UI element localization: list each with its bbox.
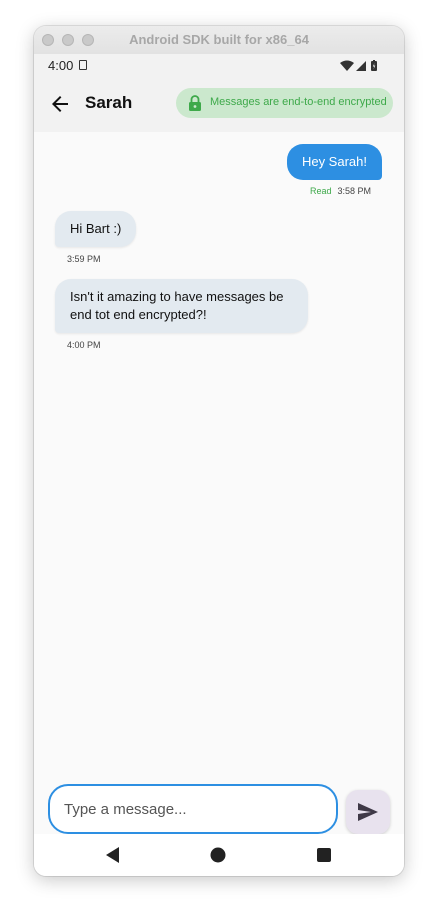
message-list[interactable]: Hey Sarah! Read 3:58 PM Hi Bart :) 3:59 P… bbox=[34, 132, 404, 778]
nav-recents-icon[interactable] bbox=[313, 844, 335, 866]
encryption-badge-text: Messages are end-to-end encrypted bbox=[210, 96, 387, 108]
sim-card-icon bbox=[79, 60, 87, 70]
nav-home-icon[interactable] bbox=[207, 844, 229, 866]
encryption-badge: Messages are end-to-end encrypted bbox=[176, 88, 393, 118]
status-time: 4:00 bbox=[48, 58, 74, 73]
incoming-message-bubble[interactable]: Isn't it amazing to have messages be end… bbox=[55, 279, 308, 333]
message-composer bbox=[34, 778, 404, 834]
contact-name: Sarah bbox=[85, 93, 133, 112]
status-icons bbox=[340, 60, 377, 71]
send-icon bbox=[358, 803, 378, 821]
message-timestamp: 4:00 PM bbox=[67, 340, 101, 350]
emulator-window: Android SDK built for x86_64 4:00 Sarah bbox=[34, 26, 404, 876]
message-input[interactable] bbox=[48, 784, 338, 834]
read-receipt: Read bbox=[309, 186, 332, 196]
battery-icon bbox=[371, 60, 377, 71]
incoming-message-bubble[interactable]: Hi Bart :) bbox=[55, 211, 137, 247]
wifi-icon bbox=[340, 60, 354, 71]
window-title: Android SDK built for x86_64 bbox=[129, 32, 309, 47]
lock-icon bbox=[189, 95, 201, 111]
nav-back-icon[interactable] bbox=[102, 844, 124, 866]
outgoing-message-bubble[interactable]: Hey Sarah! bbox=[286, 144, 382, 180]
message-timestamp: 3:58 PM bbox=[337, 186, 371, 196]
message-timestamp: 3:59 PM bbox=[67, 254, 101, 264]
cell-signal-icon bbox=[356, 61, 366, 71]
back-arrow-icon[interactable] bbox=[48, 92, 72, 116]
send-button[interactable] bbox=[346, 790, 390, 834]
status-bar: 4:00 bbox=[34, 54, 404, 78]
outgoing-message-meta: Read 3:58 PM bbox=[310, 186, 371, 196]
app-bar: Sarah Messages are end-to-end encrypted bbox=[34, 78, 404, 132]
system-nav-bar bbox=[34, 834, 404, 876]
window-titlebar: Android SDK built for x86_64 bbox=[34, 26, 404, 55]
